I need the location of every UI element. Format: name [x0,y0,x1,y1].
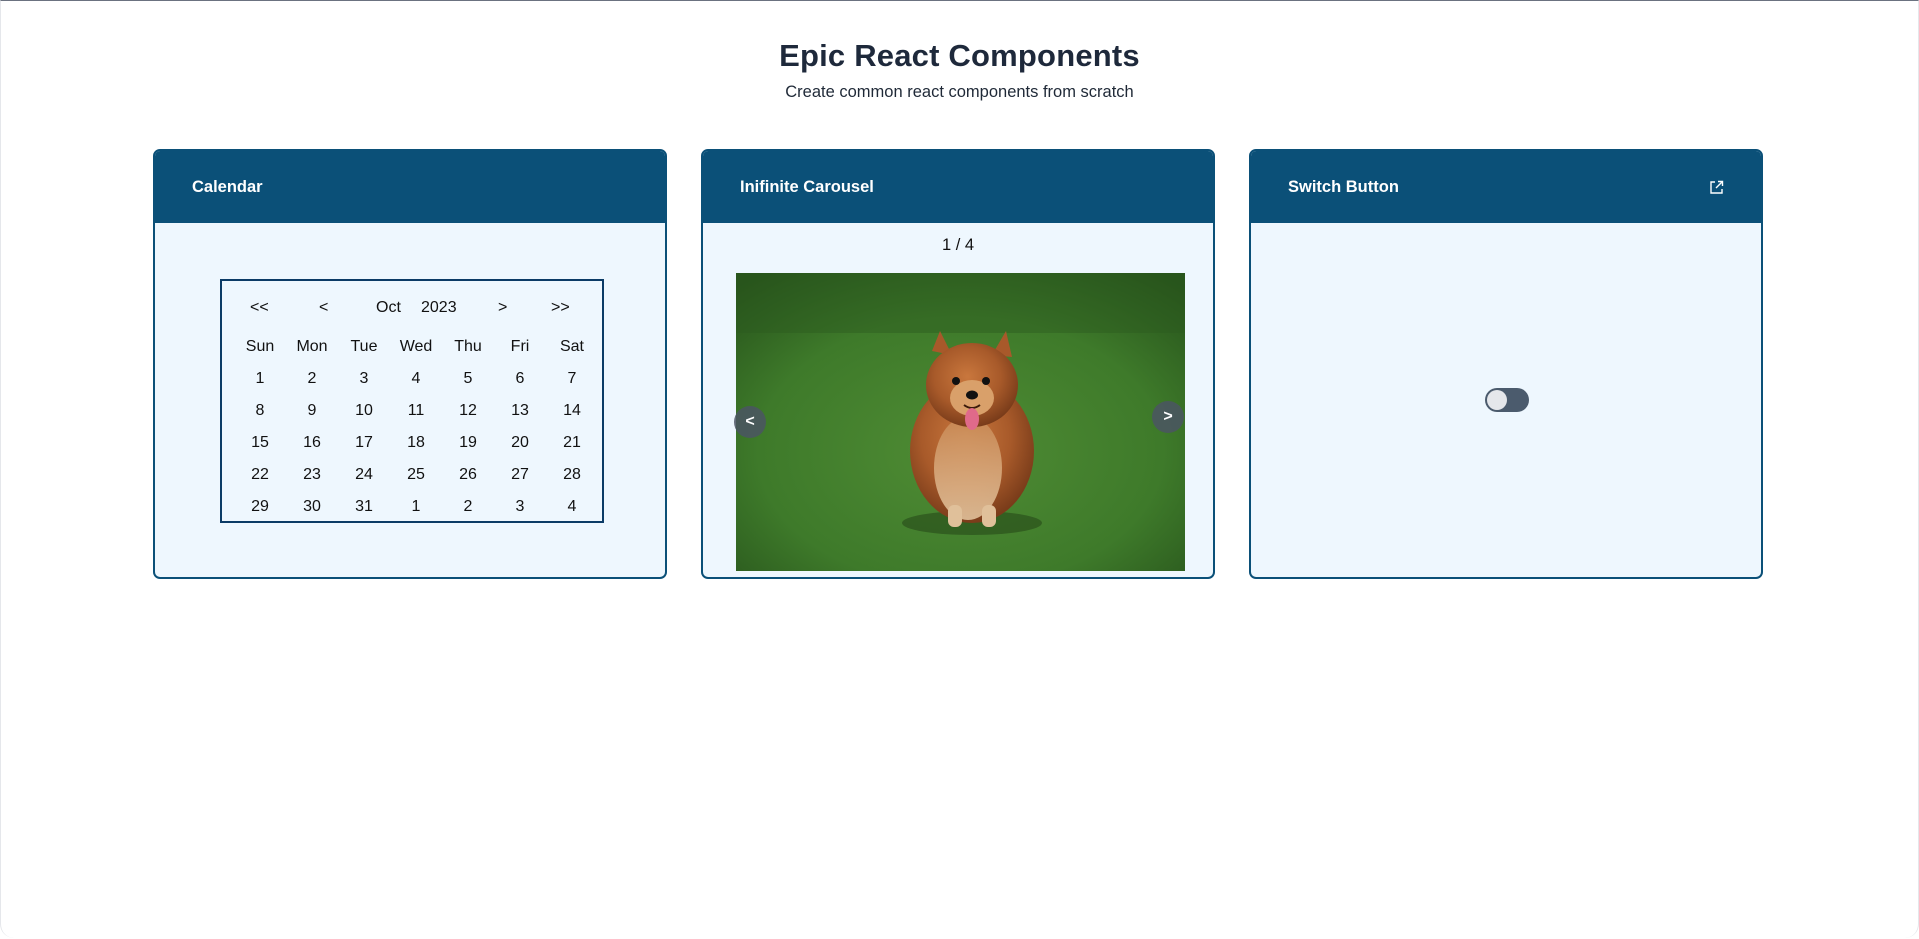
calendar-week-row: 15 16 17 18 19 20 21 [234,427,598,459]
calendar-week-row: 29 30 31 1 2 3 4 [234,491,598,523]
calendar-day[interactable]: 25 [390,459,442,491]
year-label: 2023 [421,299,457,316]
calendar-nav: << < Oct 2023 > >> [222,299,602,319]
calendar-day[interactable]: 13 [494,395,546,427]
calendar-day[interactable]: 2 [442,491,494,523]
calendar-day[interactable]: 14 [546,395,598,427]
calendar-day[interactable]: 8 [234,395,286,427]
calendar-day[interactable]: 19 [442,427,494,459]
calendar-day[interactable]: 15 [234,427,286,459]
weekday-label: Tue [350,338,378,355]
calendar-week-row: 22 23 24 25 26 27 28 [234,459,598,491]
weekday-label: Sat [559,338,584,355]
calendar-day[interactable]: 20 [494,427,546,459]
weekday-label: Thu [454,338,482,355]
calendar-day[interactable]: 1 [390,491,442,523]
switch-card-title: Switch Button [1288,177,1399,196]
calendar-day[interactable]: 9 [286,395,338,427]
calendar-grid: Sun Mon Tue Wed Thu Fri Sat 1 2 3 4 5 6 [234,331,598,523]
switch-card: Switch Button [1249,149,1763,579]
calendar-widget: << < Oct 2023 > >> Sun Mon Tue Wed Thu F… [220,279,604,523]
carousel-card-header: Inifinite Carousel [703,151,1213,223]
calendar-day[interactable]: 5 [442,363,494,395]
weekday-label: Wed [399,338,433,355]
calendar-day[interactable]: 23 [286,459,338,491]
weekday-label: Mon [296,338,328,355]
calendar-day[interactable]: 26 [442,459,494,491]
calendar-day[interactable]: 17 [338,427,390,459]
calendar-day[interactable]: 16 [286,427,338,459]
calendar-day[interactable]: 1 [234,363,286,395]
calendar-day[interactable]: 4 [390,363,442,395]
calendar-card-title: Calendar [192,177,263,196]
calendar-day[interactable]: 4 [546,491,598,523]
calendar-day[interactable]: 11 [390,395,442,427]
next-year-button[interactable]: >> [551,299,570,317]
prev-year-button[interactable]: << [250,299,269,317]
calendar-day[interactable]: 29 [234,491,286,523]
calendar-day[interactable]: 31 [338,491,390,523]
carousel-slide-image [736,273,1185,571]
page-subtitle: Create common react components from scra… [785,83,1134,101]
next-month-button[interactable]: > [498,299,507,317]
toggle-knob [1487,390,1507,410]
toggle-switch[interactable] [1485,388,1529,412]
carousel-card-title: Inifinite Carousel [740,177,874,196]
calendar-card-header: Calendar [155,151,665,223]
weekday-row: Sun Mon Tue Wed Thu Fri Sat [234,331,598,363]
calendar-day[interactable]: 3 [494,491,546,523]
calendar-day[interactable]: 28 [546,459,598,491]
calendar-day[interactable]: 12 [442,395,494,427]
pomeranian-dog-image [736,273,1185,571]
weekday-label: Fri [510,338,530,355]
page-header: Epic React Components Create common reac… [0,38,1919,102]
calendar-day[interactable]: 6 [494,363,546,395]
slide-counter: 1 / 4 [941,236,975,254]
page-title: Epic React Components [779,38,1140,73]
calendar-day[interactable]: 30 [286,491,338,523]
weekday-label: Sun [245,338,275,355]
external-link-icon[interactable] [1708,179,1725,196]
calendar-day[interactable]: 27 [494,459,546,491]
carousel-prev-button[interactable]: < [734,406,766,438]
prev-month-button[interactable]: < [319,299,328,317]
calendar-card: Calendar << < Oct 2023 > >> Sun Mon Tue … [153,149,667,579]
calendar-day[interactable]: 18 [390,427,442,459]
calendar-week-row: 8 9 10 11 12 13 14 [234,395,598,427]
calendar-day[interactable]: 21 [546,427,598,459]
calendar-week-row: 1 2 3 4 5 6 7 [234,363,598,395]
calendar-day[interactable]: 22 [234,459,286,491]
calendar-day[interactable]: 3 [338,363,390,395]
carousel-card: Inifinite Carousel 1 / 4 < > [701,149,1215,579]
carousel-next-button[interactable]: > [1152,401,1184,433]
switch-card-header: Switch Button [1251,151,1761,223]
calendar-day[interactable]: 10 [338,395,390,427]
calendar-day[interactable]: 2 [286,363,338,395]
calendar-day[interactable]: 7 [546,363,598,395]
month-label: Oct [376,299,401,316]
calendar-day[interactable]: 24 [338,459,390,491]
